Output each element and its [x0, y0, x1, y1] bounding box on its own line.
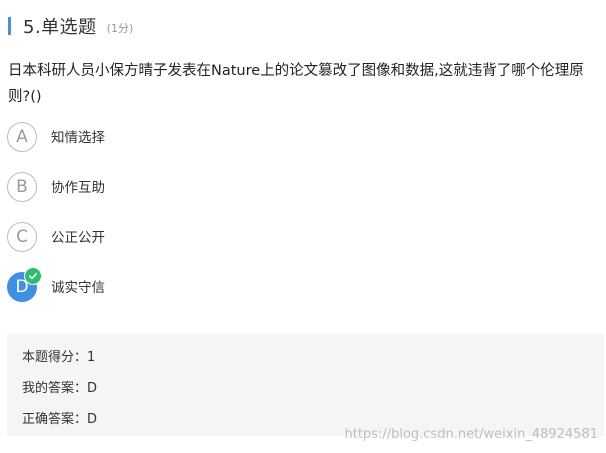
option-a-label: 知情选择 [51, 130, 105, 146]
question-text: 日本科研人员小保方晴子发表在Nature上的论文篡改了图像和数据,这就违背了哪个… [8, 63, 584, 105]
option-d[interactable]: D 诚实守信 [7, 267, 105, 322]
option-c-letter[interactable]: C [7, 222, 37, 252]
option-d-letter[interactable]: D [7, 267, 42, 302]
option-a[interactable]: A 知情选择 [7, 122, 105, 172]
option-b-label: 协作互助 [51, 180, 105, 196]
option-b[interactable]: B 协作互助 [7, 172, 105, 222]
options-list: A 知情选择 B 协作互助 C 公正公开 D 诚实守信 [7, 122, 105, 322]
option-c-label: 公正公开 [51, 230, 105, 246]
accent-bar [8, 17, 11, 35]
question-title: 5.单选题 [23, 17, 97, 38]
option-b-letter[interactable]: B [7, 172, 37, 202]
correct-answer-line: 正确答案：D [22, 412, 98, 427]
watermark: https://blog.csdn.net/weixin_48924581 [344, 427, 598, 442]
option-c[interactable]: C 公正公开 [7, 222, 105, 272]
result-panel: 本题得分：1 我的答案：D 正确答案：D [7, 334, 604, 436]
score-line: 本题得分：1 [22, 350, 96, 365]
my-answer-line: 我的答案：D [22, 381, 98, 396]
option-a-letter[interactable]: A [7, 122, 37, 152]
check-icon [24, 267, 42, 285]
question-score: (1分) [106, 22, 134, 35]
option-d-label: 诚实守信 [51, 280, 105, 296]
quiz-page: 5.单选题 (1分) 日本科研人员小保方晴子发表在Nature上的论文篡改了图像… [0, 0, 606, 453]
question-header: 5.单选题 (1分) [8, 14, 133, 38]
